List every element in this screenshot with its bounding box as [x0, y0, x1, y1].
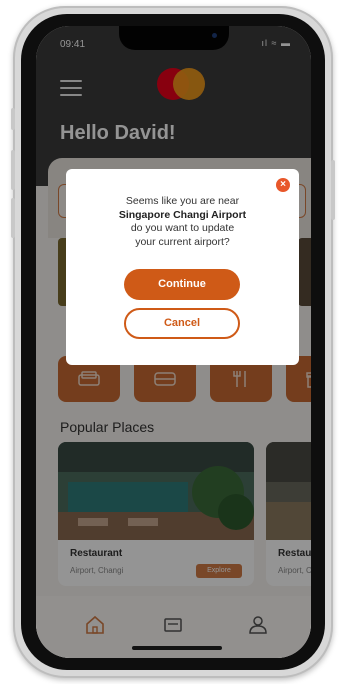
app-screen: 09:41 ıl ≈ ▬ Hello David! Popular Places	[36, 26, 311, 658]
close-icon[interactable]: ×	[276, 178, 290, 192]
continue-button[interactable]: Continue	[124, 269, 240, 300]
dialog-message: Seems like you are near Singapore Changi…	[82, 195, 283, 249]
location-update-dialog: × Seems like you are near Singapore Chan…	[66, 169, 299, 365]
dialog-line-1: Seems like you are near	[125, 195, 240, 207]
dialog-line-4: your current airport?	[135, 235, 230, 248]
dialog-airport-name: Singapore Changi Airport	[118, 208, 247, 221]
phone-volume-up	[11, 150, 15, 190]
phone-side-button	[11, 108, 15, 130]
dialog-line-3: do you want to update	[130, 222, 235, 234]
phone-power-button	[331, 160, 335, 220]
phone-volume-down	[11, 198, 15, 238]
cancel-button[interactable]: Cancel	[124, 308, 240, 339]
